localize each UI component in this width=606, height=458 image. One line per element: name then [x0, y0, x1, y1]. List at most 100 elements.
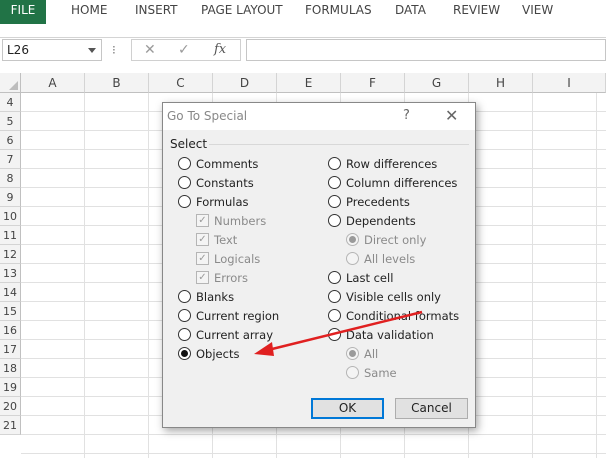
radio-button[interactable] — [346, 366, 359, 379]
tab-data[interactable]: DATA — [395, 0, 426, 24]
option-label: Logicals — [214, 252, 261, 266]
cancel-button[interactable]: Cancel — [395, 398, 468, 419]
row-header[interactable]: 16 — [0, 321, 21, 340]
radio-button-selected[interactable] — [346, 347, 359, 360]
ribbon-tab-bar: FILE HOME INSERT PAGE LAYOUT FORMULAS DA… — [0, 0, 606, 24]
checkbox-checked[interactable]: ✓ — [196, 233, 209, 246]
column-header-h[interactable]: H — [469, 73, 533, 93]
option-label: Visible cells only — [346, 290, 441, 304]
column-header-e[interactable]: E — [277, 73, 341, 93]
tab-file[interactable]: FILE — [0, 0, 46, 24]
row-header[interactable]: 9 — [0, 188, 21, 207]
row-header[interactable]: 5 — [0, 112, 21, 131]
option-label: All levels — [364, 252, 416, 266]
radio-button[interactable] — [328, 157, 341, 170]
option-label: Comments — [196, 157, 259, 171]
row-header[interactable]: 13 — [0, 264, 21, 283]
row-header[interactable]: 14 — [0, 283, 21, 302]
name-box[interactable]: L26 — [2, 39, 102, 61]
row-header[interactable]: 4 — [0, 93, 21, 112]
ok-button[interactable]: OK — [311, 398, 384, 419]
row-header[interactable]: 17 — [0, 340, 21, 359]
radio-button[interactable] — [328, 195, 341, 208]
option-label: Numbers — [214, 214, 267, 228]
radio-button[interactable] — [178, 176, 191, 189]
row-header[interactable]: 15 — [0, 302, 21, 321]
radio-button[interactable] — [328, 271, 341, 284]
group-divider — [209, 144, 469, 145]
option-label: Last cell — [346, 271, 394, 285]
radio-button[interactable] — [328, 214, 341, 227]
select-all-button[interactable] — [0, 73, 21, 93]
tab-home[interactable]: HOME — [71, 0, 107, 24]
checkbox-checked[interactable]: ✓ — [196, 271, 209, 284]
radio-button[interactable] — [178, 195, 191, 208]
radio-button[interactable] — [178, 328, 191, 341]
option-label: Objects — [196, 347, 240, 361]
formula-buttons: ✕ ✓ fx — [131, 39, 241, 61]
option-label: Blanks — [196, 290, 235, 304]
go-to-special-dialog: Go To Special ? ✕ Select Comments Consta… — [162, 102, 476, 428]
row-header[interactable]: 6 — [0, 131, 21, 150]
row-header[interactable]: 7 — [0, 150, 21, 169]
tab-review[interactable]: REVIEW — [453, 0, 500, 24]
option-label: Direct only — [364, 233, 427, 247]
row-header[interactable]: 11 — [0, 226, 21, 245]
option-label: Constants — [196, 176, 254, 190]
radio-button[interactable] — [178, 290, 191, 303]
option-label: Row differences — [346, 157, 438, 171]
column-header-g[interactable]: G — [405, 73, 469, 93]
close-icon[interactable]: ✕ — [445, 106, 458, 125]
row-header[interactable]: 18 — [0, 359, 21, 378]
option-label: Same — [364, 366, 397, 380]
formula-bar: L26 ⁝ ✕ ✓ fx — [0, 38, 606, 64]
chevron-down-icon[interactable] — [88, 48, 96, 53]
option-label: Text — [214, 233, 238, 247]
row-header[interactable]: 20 — [0, 397, 21, 416]
radio-button-selected[interactable] — [178, 347, 191, 360]
option-label: Current region — [196, 309, 280, 323]
option-label: Precedents — [346, 195, 410, 209]
radio-button[interactable] — [346, 252, 359, 265]
help-icon[interactable]: ? — [403, 108, 410, 123]
column-header-i[interactable]: I — [533, 73, 606, 93]
option-label: All — [364, 347, 379, 361]
option-label: Formulas — [196, 195, 249, 209]
radio-button[interactable] — [178, 157, 191, 170]
radio-button[interactable] — [178, 309, 191, 322]
option-label: Dependents — [346, 214, 416, 228]
row-header[interactable]: 19 — [0, 378, 21, 397]
radio-button[interactable] — [328, 328, 341, 341]
drag-handle-icon[interactable]: ⁝ — [112, 43, 116, 57]
column-header-c[interactable]: C — [149, 73, 213, 93]
column-header-f[interactable]: F — [341, 73, 405, 93]
option-label: Data validation — [346, 328, 434, 342]
row-header[interactable]: 8 — [0, 169, 21, 188]
radio-button[interactable] — [328, 309, 341, 322]
radio-button[interactable] — [328, 290, 341, 303]
formula-input[interactable] — [246, 39, 606, 61]
tab-page-layout[interactable]: PAGE LAYOUT — [201, 0, 283, 24]
column-header-b[interactable]: B — [85, 73, 149, 93]
select-group-label: Select — [170, 137, 208, 151]
row-header[interactable]: 21 — [0, 416, 21, 435]
cancel-icon[interactable]: ✕ — [144, 42, 156, 58]
row-header[interactable]: 12 — [0, 245, 21, 264]
checkbox-checked[interactable]: ✓ — [196, 252, 209, 265]
column-header-a[interactable]: A — [21, 73, 85, 93]
column-header-d[interactable]: D — [213, 73, 277, 93]
enter-icon[interactable]: ✓ — [178, 42, 190, 58]
row-header[interactable]: 10 — [0, 207, 21, 226]
tab-insert[interactable]: INSERT — [135, 0, 178, 24]
tab-view[interactable]: VIEW — [522, 0, 553, 24]
option-label: Conditional formats — [346, 309, 460, 323]
checkbox-checked[interactable]: ✓ — [196, 214, 209, 227]
option-label: Current array — [196, 328, 274, 342]
insert-function-icon[interactable]: fx — [214, 42, 226, 57]
radio-button-selected[interactable] — [346, 233, 359, 246]
dialog-title: Go To Special — [167, 109, 248, 123]
tab-formulas[interactable]: FORMULAS — [305, 0, 372, 24]
option-label: Column differences — [346, 176, 458, 190]
radio-button[interactable] — [328, 176, 341, 189]
ribbon-collapsed-area — [0, 24, 606, 38]
